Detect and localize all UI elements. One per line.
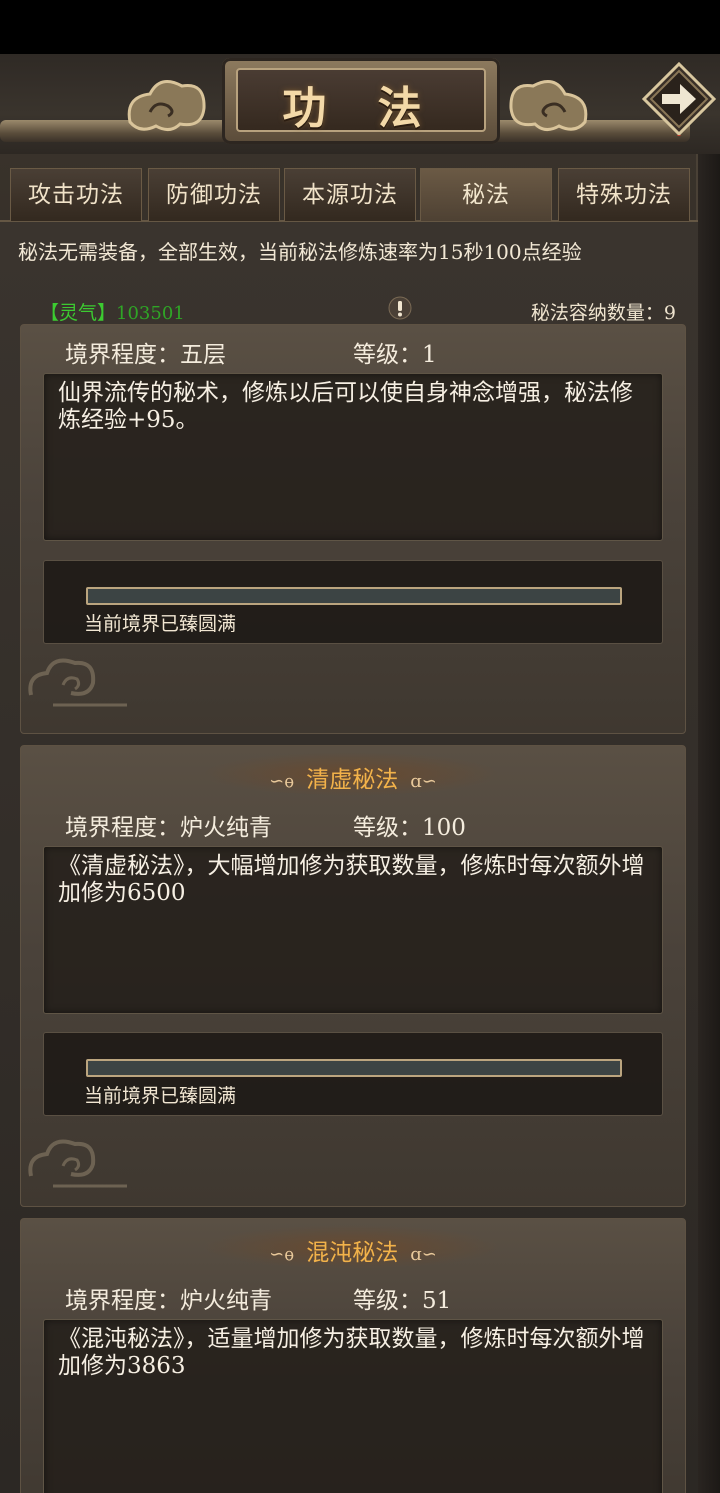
progress-bar [86,1059,622,1077]
level-label: 等级：1 [353,342,437,368]
card-title-text: 清虚秘法 [306,767,399,793]
right-rail [696,154,720,1493]
progress-panel: 当前境界已臻圆满 [43,560,663,644]
realm-label: 境界程度：五层 [65,342,226,368]
lingqi-label: 【灵气】 [40,302,117,324]
progress-panel: 当前境界已臻圆满 [43,1032,663,1116]
description-box: 仙界流传的秘术，修炼以后可以使自身神念增强，秘法修炼经验+95。 [43,373,663,541]
description-text: 仙界流传的秘术，修炼以后可以使自身神念增强，秘法修炼经验+95。 [58,380,633,433]
card-title-text: 混沌秘法 [306,1240,399,1266]
tab-attack[interactable]: 攻击功法 [10,168,142,221]
arrow-right-icon[interactable] [642,62,716,136]
realm-label: 境界程度：炉火纯青 [65,815,272,841]
capacity-value: 9 [663,302,676,324]
secret-art-card: ∽ѳ 混沌秘法 ɑ∽ 境界程度：炉火纯青 等级：51 《混沌秘法》，适量增加修为获取… [20,1218,686,1493]
secret-art-card: 境界程度：五层 等级：1 仙界流传的秘术，修炼以后可以使自身神念增强，秘法修炼经… [20,324,686,734]
cloud-ornament-icon [127,80,206,131]
progress-fill [88,589,620,603]
lingqi-value: 103501 [116,303,185,324]
scroll-ornament-icon: ∽ѳ [269,1244,295,1265]
card-title: ∽ѳ 混沌秘法 ɑ∽ [21,1233,685,1267]
lingqi-resource: 【灵气】103501 [40,298,185,325]
tab-special[interactable]: 特殊功法 [558,168,690,221]
tab-secret[interactable]: 秘法 [420,168,552,221]
cloud-ornament-icon [509,80,588,131]
exclamation-icon[interactable] [388,296,412,320]
tab-defense[interactable]: 防御功法 [148,168,280,221]
progress-text: 当前境界已臻圆满 [84,1085,237,1107]
realm-label: 境界程度：炉火纯青 [65,1288,272,1314]
description-box: 《清虚秘法》，大幅增加修为获取数量，修炼时每次额外增加修为6500 [43,846,663,1014]
title-plate: 功 法 [222,58,500,144]
tab-bar: 攻击功法 防御功法 本源功法 秘法 特殊功法 [10,168,690,221]
card-title: ∽ѳ 清虚秘法 ɑ∽ [21,760,685,794]
status-bar [0,0,720,54]
level-label: 等级：51 [353,1288,452,1314]
progress-bar [86,587,622,605]
cloud-swirl-icon [28,1139,127,1188]
capacity: 秘法容纳数量：9 [531,298,676,325]
secret-art-card: ∽ѳ 清虚秘法 ɑ∽ 境界程度：炉火纯青 等级：100 《清虚秘法》，大幅增加修为获… [20,745,686,1207]
progress-text: 当前境界已臻圆满 [84,613,237,635]
notice-text: 秘法无需装备，全部生效，当前秘法修炼速率为15秒100点经验 [18,240,582,264]
description-text: 《混沌秘法》，适量增加修为获取数量，修炼时每次额外增加修为3863 [58,1326,645,1379]
page-title: 功 法 [282,83,440,134]
header: 功 法 [0,54,720,154]
cloud-swirl-icon [28,658,127,707]
scroll-ornament-icon: ∽ѳ [269,771,295,792]
tab-origin[interactable]: 本源功法 [284,168,416,221]
description-text: 《清虚秘法》，大幅增加修为获取数量，修炼时每次额外增加修为6500 [58,853,645,906]
gongfa-screen: 功 法 攻击功法 防御功法 本源功法 秘法 特殊功法 秘法无需装备，全部生效，当… [0,54,720,1493]
scroll-ornament-icon: ɑ∽ [410,771,437,792]
level-label: 等级：100 [353,815,466,841]
progress-fill [88,1061,620,1075]
capacity-label: 秘法容纳数量： [530,302,664,324]
description-box: 《混沌秘法》，适量增加修为获取数量，修炼时每次额外增加修为3863 [43,1319,663,1493]
scroll-ornament-icon: ɑ∽ [410,1244,437,1265]
